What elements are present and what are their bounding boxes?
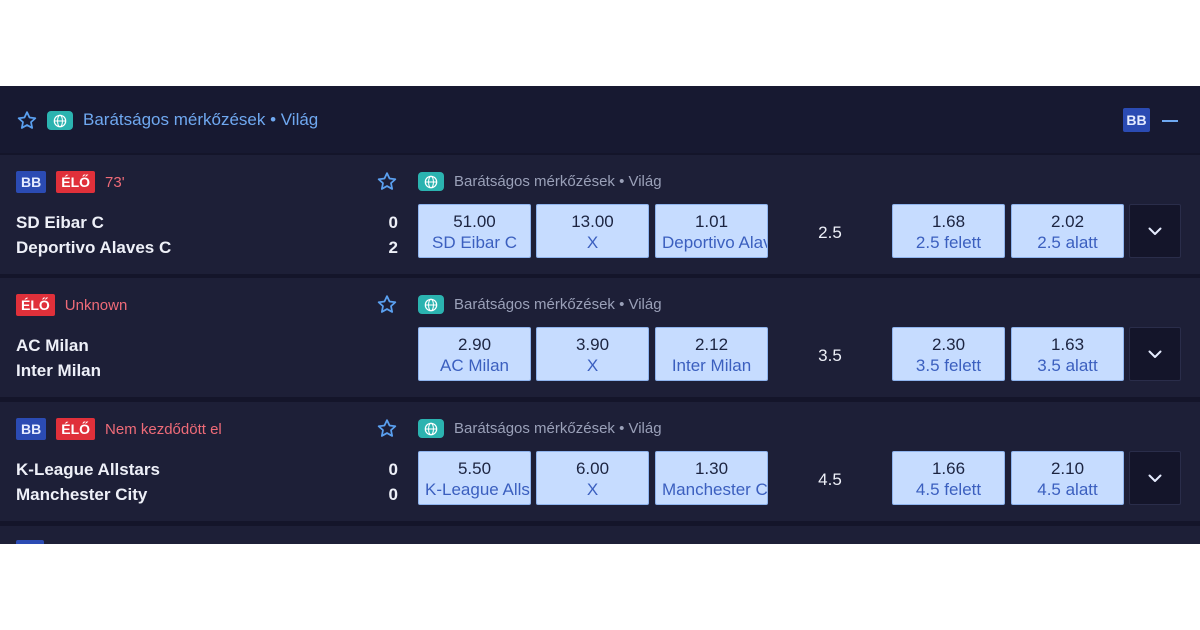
star-icon[interactable] [376,171,398,197]
home-team[interactable]: K-League Allstars [16,460,160,480]
odd-home-button[interactable]: 5.50 K-League Allstars [418,451,531,505]
chevron-down-icon [1148,227,1162,235]
odd-away-button[interactable]: 1.30 Manchester City [655,451,768,505]
odd-value: 2.10 [1050,459,1085,478]
odd-value: 2.30 [931,335,966,354]
odd-away-button[interactable]: 1.01 Deportivo Alaves C [655,204,768,258]
odd-label: Manchester City [662,480,767,499]
odd-value: 1.30 [694,459,729,478]
odd-away-button[interactable]: 2.12 Inter Milan [655,327,768,381]
bet-builder-badge: BB [1123,108,1150,132]
chevron-down-icon [1148,350,1162,358]
odd-label: 2.5 felett [915,233,982,252]
away-score: 2 [388,238,398,257]
match-league: Barátságos mérkőzések • Világ [454,420,662,437]
odd-home-button[interactable]: 2.90 AC Milan [418,327,531,381]
odd-value: 2.02 [1050,212,1085,231]
match-status: Unknown [64,296,128,314]
odd-label: Deportivo Alaves C [662,233,767,252]
chevron-down-icon [1148,474,1162,482]
odd-value: 3.90 [575,335,610,354]
globe-icon [47,111,73,130]
odd-value: 1.01 [694,212,729,231]
home-score: 0 [388,213,398,232]
bet-builder-badge: BB [16,171,47,193]
odd-over-button[interactable]: 1.68 2.5 felett [892,204,1005,258]
odd-label: Inter Milan [671,356,752,375]
odd-label: SD Eibar C [431,233,518,252]
league-title[interactable]: Barátságos mérkőzések • Világ [83,110,318,130]
match-league: Barátságos mérkőzések • Világ [454,296,662,313]
odd-label: X [586,233,599,252]
odd-label: 3.5 alatt [1037,356,1098,375]
league-header: Barátságos mérkőzések • Világ BB [0,86,1200,153]
odd-value: 5.50 [457,459,492,478]
star-icon[interactable] [376,294,398,320]
odd-value: 1.66 [931,459,966,478]
odd-value: 6.00 [575,459,610,478]
odd-label: 2.5 alatt [1037,233,1098,252]
match-league: Barátságos mérkőzések • Világ [454,173,662,190]
bet-builder-badge: BB [16,418,47,440]
odd-value: 51.00 [453,212,496,231]
expand-button[interactable] [1129,327,1181,381]
total-line: 4.5 [818,470,842,489]
next-match-row [0,526,1200,544]
odd-under-button[interactable]: 2.02 2.5 alatt [1011,204,1124,258]
bet-builder-badge [16,540,44,544]
odd-label: AC Milan [440,356,509,375]
total-line: 3.5 [818,346,842,365]
match-tags: ÉLŐ Unknown [16,294,127,316]
odd-label: X [586,356,599,375]
odd-label: K-League Allstars [425,480,530,499]
odd-draw-button[interactable]: 13.00 X [536,204,649,258]
match-row: BB ÉLŐ 73' Barátságos mérkőzések • Világ… [0,155,1200,274]
away-team[interactable]: Manchester City [16,485,147,505]
odd-label: X [586,480,599,499]
away-team[interactable]: Inter Milan [16,361,101,381]
star-icon[interactable] [376,418,398,444]
odd-value: 1.63 [1050,335,1085,354]
live-badge: ÉLŐ [56,171,96,193]
odd-draw-button[interactable]: 3.90 X [536,327,649,381]
league-panel: Barátságos mérkőzések • Világ BB BB ÉLŐ … [0,86,1200,544]
odd-value: 2.90 [457,335,492,354]
match-status: 73' [105,173,125,191]
globe-icon [418,419,444,438]
expand-button[interactable] [1129,204,1181,258]
live-badge: ÉLŐ [56,418,96,440]
odd-value: 2.12 [694,335,729,354]
away-team[interactable]: Deportivo Alaves C [16,238,171,258]
odd-home-button[interactable]: 51.00 SD Eibar C [418,204,531,258]
odd-label: 4.5 alatt [1037,480,1098,499]
odd-over-button[interactable]: 2.30 3.5 felett [892,327,1005,381]
match-tags: BB ÉLŐ Nem kezdődött el [16,418,222,440]
odd-under-button[interactable]: 1.63 3.5 alatt [1011,327,1124,381]
home-score: 0 [388,460,398,479]
odd-label: 3.5 felett [915,356,982,375]
odd-value: 1.68 [931,212,966,231]
odd-value: 13.00 [571,212,614,231]
globe-icon [418,295,444,314]
star-icon[interactable] [16,110,38,136]
odd-over-button[interactable]: 1.66 4.5 felett [892,451,1005,505]
odd-draw-button[interactable]: 6.00 X [536,451,649,505]
minus-icon[interactable] [1162,120,1178,122]
expand-button[interactable] [1129,451,1181,505]
match-status: Nem kezdődött el [105,420,222,438]
match-row: BB ÉLŐ Nem kezdődött el Barátságos mérkő… [0,402,1200,521]
odd-under-button[interactable]: 2.10 4.5 alatt [1011,451,1124,505]
away-score: 0 [388,485,398,504]
home-team[interactable]: AC Milan [16,336,89,356]
globe-icon [418,172,444,191]
odd-label: 4.5 felett [915,480,982,499]
home-team[interactable]: SD Eibar C [16,213,104,233]
match-row: ÉLŐ Unknown Barátságos mérkőzések • Vilá… [0,278,1200,397]
total-line: 2.5 [818,223,842,242]
live-badge: ÉLŐ [16,294,55,316]
match-tags: BB ÉLŐ 73' [16,171,125,193]
